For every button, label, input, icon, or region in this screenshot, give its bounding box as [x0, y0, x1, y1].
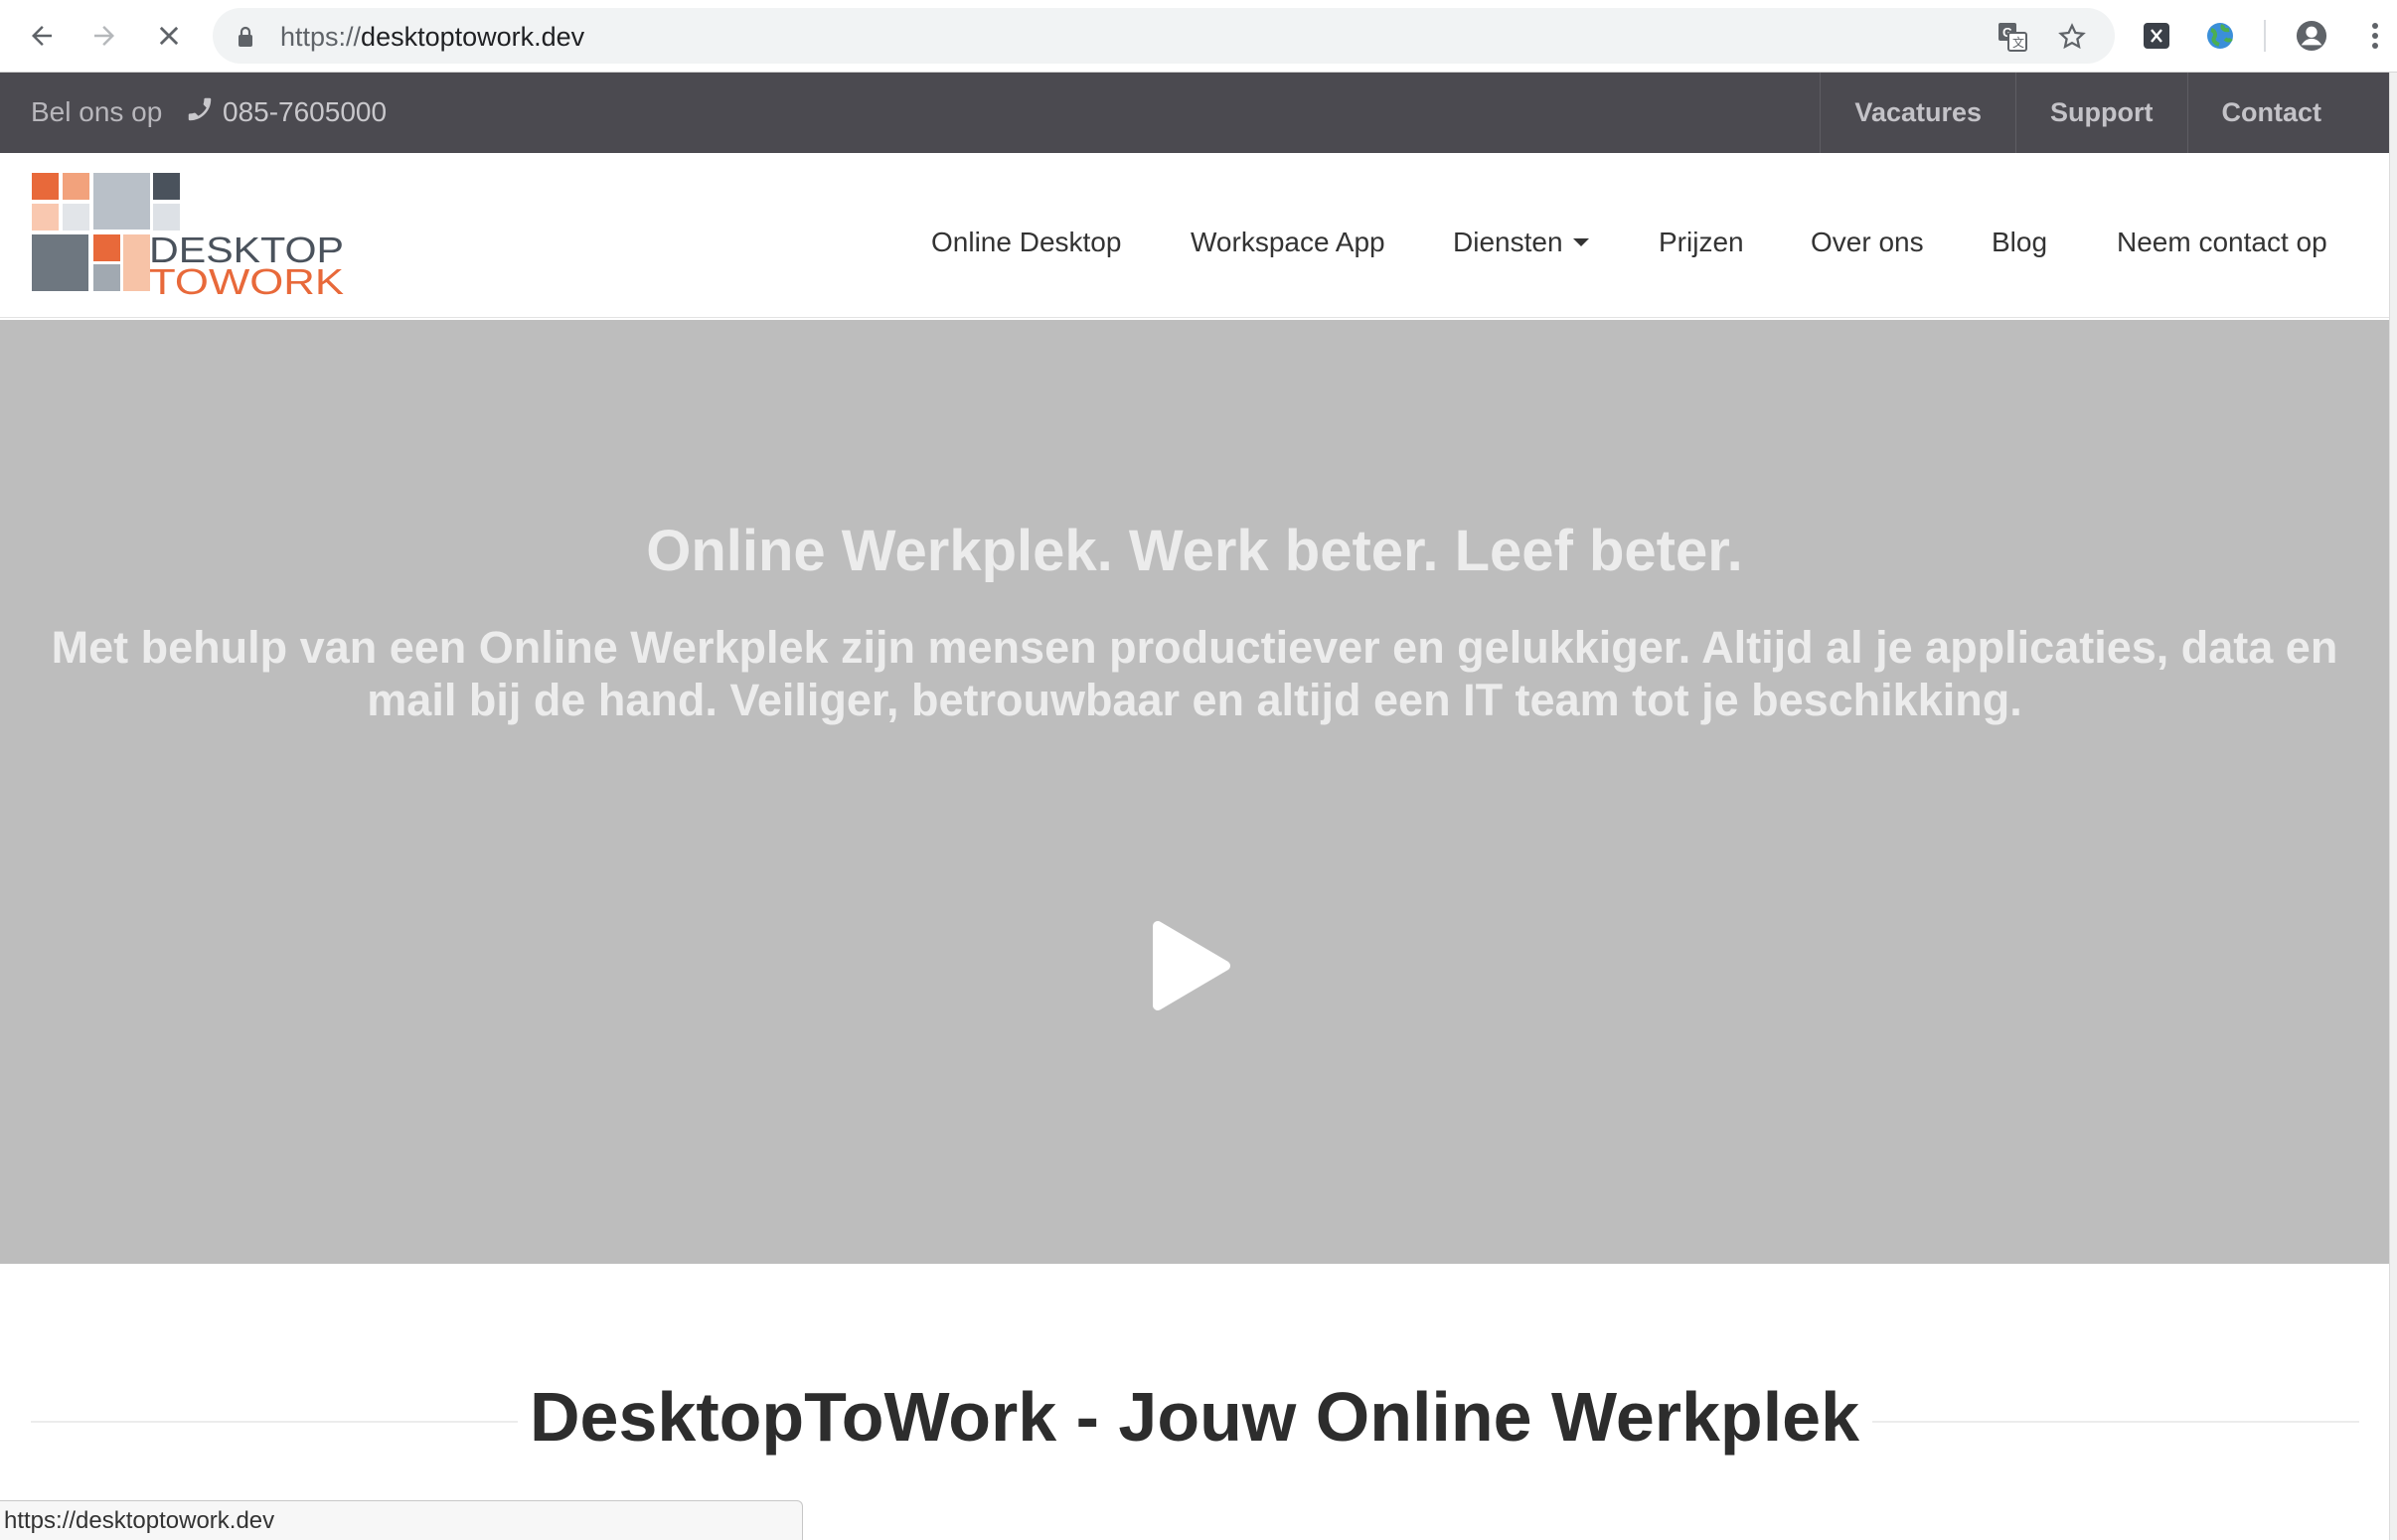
- translate-icon[interactable]: G文: [1998, 22, 2027, 52]
- nav-neem-contact-op[interactable]: Neem contact op: [2117, 227, 2327, 258]
- main-navigation: Online Desktop Workspace App Diensten Pr…: [0, 153, 2389, 318]
- browser-toolbar: https://desktoptowork.dev G文: [0, 0, 2397, 73]
- phone-number[interactable]: 085-7605000: [223, 96, 387, 128]
- nav-online-desktop[interactable]: Online Desktop: [931, 227, 1121, 258]
- caret-down-icon: [1572, 237, 1589, 246]
- address-bar[interactable]: https://desktoptowork.dev G文: [213, 8, 2115, 64]
- hero-subtitle: Met behulp van een Online Werkplek zijn …: [51, 622, 2338, 725]
- topbar-links: Vacatures Support Contact: [1820, 73, 2389, 153]
- toolbar-divider: [2264, 20, 2266, 52]
- section-title: DesktopToWork - Jouw Online Werkplek: [530, 1378, 1859, 1456]
- heading-rule-right: [1872, 1421, 2359, 1423]
- profile-icon[interactable]: [2296, 20, 2327, 52]
- stop-icon[interactable]: [149, 16, 189, 56]
- nav-workspace-app[interactable]: Workspace App: [1191, 227, 1385, 258]
- nav-over-ons[interactable]: Over ons: [1811, 227, 1924, 258]
- forward-icon[interactable]: [84, 16, 124, 56]
- status-bubble: https://desktoptowork.dev: [0, 1500, 803, 1540]
- extension-globe-icon[interactable]: [2204, 20, 2236, 52]
- site-topbar: Bel ons op 085-7605000 Vacatures Support…: [0, 73, 2389, 153]
- vacatures-link[interactable]: Vacatures: [1820, 73, 2015, 153]
- menu-icon[interactable]: [2359, 20, 2391, 52]
- star-icon[interactable]: [2057, 22, 2087, 52]
- extension-x-icon[interactable]: [2141, 20, 2172, 52]
- nav-blog[interactable]: Blog: [1992, 227, 2047, 258]
- phone-icon: [185, 94, 215, 129]
- contact-link[interactable]: Contact: [2186, 73, 2390, 153]
- url-scheme: https://: [280, 22, 362, 52]
- status-url: https://desktoptowork.dev: [4, 1507, 275, 1534]
- url-host: desktoptowork.dev: [361, 22, 585, 52]
- svg-text:文: 文: [2012, 35, 2024, 50]
- page-scrollbar[interactable]: [2389, 73, 2397, 1540]
- site-header: DESKTOP TOWORK Online Desktop Workspace …: [0, 153, 2389, 318]
- hero-video[interactable]: Online Werkplek. Werk beter. Leef beter.…: [0, 320, 2389, 1264]
- play-icon[interactable]: [1150, 920, 1231, 1011]
- url-text[interactable]: https://desktoptowork.dev: [280, 22, 584, 53]
- nav-prijzen[interactable]: Prijzen: [1659, 227, 1744, 258]
- nav-diensten-label: Diensten: [1453, 227, 1563, 257]
- call-us-label: Bel ons op: [31, 96, 163, 127]
- back-icon[interactable]: [22, 16, 62, 56]
- lock-icon[interactable]: [237, 26, 254, 53]
- support-link[interactable]: Support: [2015, 73, 2186, 153]
- hero-title: Online Werkplek. Werk beter. Leef beter.: [646, 519, 1743, 583]
- nav-diensten[interactable]: Diensten: [1453, 227, 1589, 258]
